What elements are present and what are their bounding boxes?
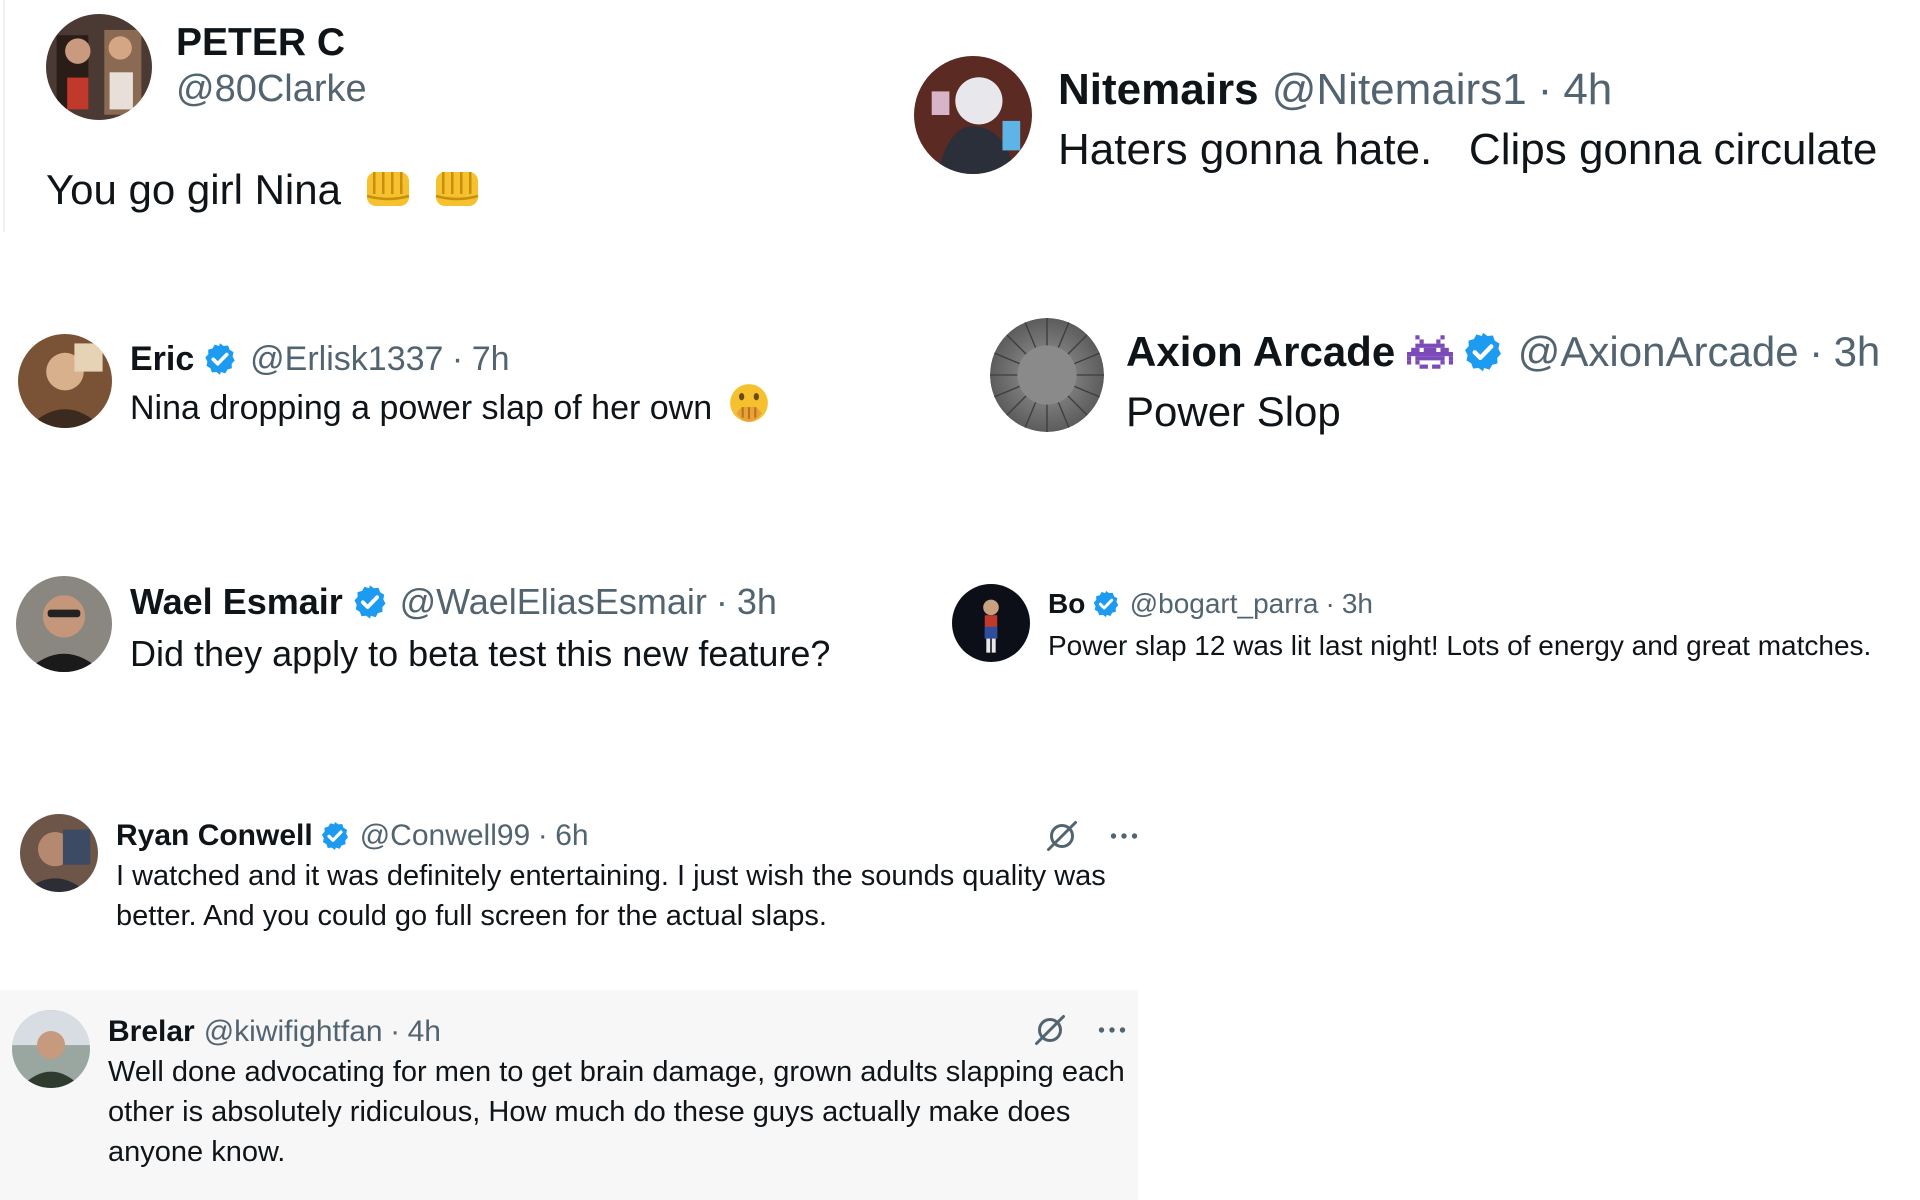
tweet-actions — [1044, 818, 1142, 854]
tweet-text: Nina dropping a power slap of her own — [130, 382, 878, 434]
column-border — [3, 0, 5, 232]
handle[interactable]: @80Clarke — [176, 66, 367, 112]
avatar[interactable] — [914, 56, 1032, 174]
verified-badge-icon — [202, 341, 238, 377]
oncoming-fist-icon — [363, 166, 413, 210]
avatar[interactable] — [12, 1010, 90, 1088]
avatar[interactable] — [18, 334, 112, 428]
timestamp[interactable]: 3h — [1834, 324, 1881, 380]
display-name[interactable]: Axion Arcade — [1126, 324, 1395, 380]
separator: · — [390, 1015, 401, 1048]
separator: · — [1325, 588, 1335, 619]
tweet-eric[interactable]: Eric @Erlisk1337 · 7h Nina dropping a po… — [18, 334, 878, 434]
verified-badge-icon — [1091, 589, 1121, 619]
display-name[interactable]: Wael Esmair — [130, 578, 343, 626]
handle[interactable]: @WaelEliasEsmair — [400, 578, 707, 626]
separator: · — [537, 819, 548, 852]
tweet-axion-arcade[interactable]: Axion Arcade @AxionArcade · 3h Power Slo… — [990, 318, 1915, 444]
display-name[interactable]: Bo — [1048, 584, 1085, 624]
separator: · — [715, 581, 728, 622]
tweet-ryan-conwell[interactable]: Ryan Conwell @Conwell99 · 6h I watched a… — [20, 814, 1140, 936]
face-with-hand-over-mouth-icon — [728, 382, 770, 424]
tweet-text: You go girl Nina — [46, 160, 482, 220]
display-name[interactable]: Nitemairs — [1058, 62, 1259, 118]
timestamp[interactable]: 4h — [1563, 62, 1612, 118]
grok-icon[interactable] — [1044, 818, 1080, 854]
more-icon[interactable] — [1094, 1012, 1130, 1048]
avatar[interactable] — [990, 318, 1104, 432]
timestamp[interactable]: 7h — [472, 336, 510, 382]
tweet-bo[interactable]: Bo @bogart_parra · 3h Power slap 12 was … — [952, 584, 1918, 668]
separator: · — [1809, 328, 1824, 375]
avatar[interactable] — [20, 814, 98, 892]
handle[interactable]: @bogart_parra — [1130, 584, 1319, 624]
more-icon[interactable] — [1106, 818, 1142, 854]
tweet-text: Well done advocating for men to get brai… — [108, 1056, 1125, 1168]
verified-badge-icon — [351, 583, 389, 621]
grok-icon[interactable] — [1032, 1012, 1068, 1048]
tweet-text: Power slap 12 was lit last night! Lots o… — [1048, 630, 1872, 661]
tweet-text: Did they apply to beta test this new fea… — [130, 633, 831, 674]
oncoming-fist-icon — [432, 166, 482, 210]
tweet-wael-esmair[interactable]: Wael Esmair @WaelEliasEsmair · 3h Did th… — [16, 576, 916, 682]
tweet-text: Haters gonna hate. Clips gonna circulate — [1058, 125, 1878, 174]
display-name[interactable]: Ryan Conwell — [116, 816, 313, 856]
handle[interactable]: @Nitemairs1 — [1272, 62, 1527, 118]
tweet-actions — [1032, 1012, 1130, 1048]
tweet-text-content: Nina dropping a power slap of her own — [130, 389, 713, 427]
handle[interactable]: @AxionArcade — [1518, 324, 1799, 380]
handle[interactable]: @Erlisk1337 — [250, 336, 443, 382]
avatar[interactable] — [952, 584, 1030, 662]
avatar[interactable] — [16, 576, 112, 672]
display-name[interactable]: Brelar — [108, 1012, 195, 1052]
tweet-peter-c[interactable]: PETER C @80Clarke — [46, 14, 566, 120]
handle[interactable]: @Conwell99 — [360, 816, 531, 856]
tweet-text-content: You go girl Nina — [46, 166, 341, 213]
timestamp[interactable]: 3h — [1342, 584, 1373, 624]
separator: · — [451, 340, 464, 378]
tweet-text: Power Slop — [1126, 388, 1341, 435]
tweet-brelar[interactable]: Brelar @kiwifightfan · 4h Well done advo… — [12, 1010, 1132, 1172]
timestamp[interactable]: 6h — [555, 816, 588, 856]
handle[interactable]: @kiwifightfan — [204, 1012, 383, 1052]
separator: · — [1537, 65, 1553, 114]
display-name[interactable]: PETER C — [176, 20, 345, 66]
verified-badge-icon — [1461, 330, 1505, 374]
verified-badge-icon — [319, 820, 351, 852]
avatar[interactable] — [46, 14, 152, 120]
display-name[interactable]: Eric — [130, 336, 194, 382]
tweet-text: I watched and it was definitely entertai… — [116, 860, 1106, 932]
tweet-nitemairs[interactable]: Nitemairs @Nitemairs1 · 4h Haters gonna … — [914, 56, 1914, 182]
space-invader-icon — [1407, 330, 1454, 374]
timestamp[interactable]: 3h — [737, 578, 777, 626]
timestamp[interactable]: 4h — [408, 1012, 441, 1052]
